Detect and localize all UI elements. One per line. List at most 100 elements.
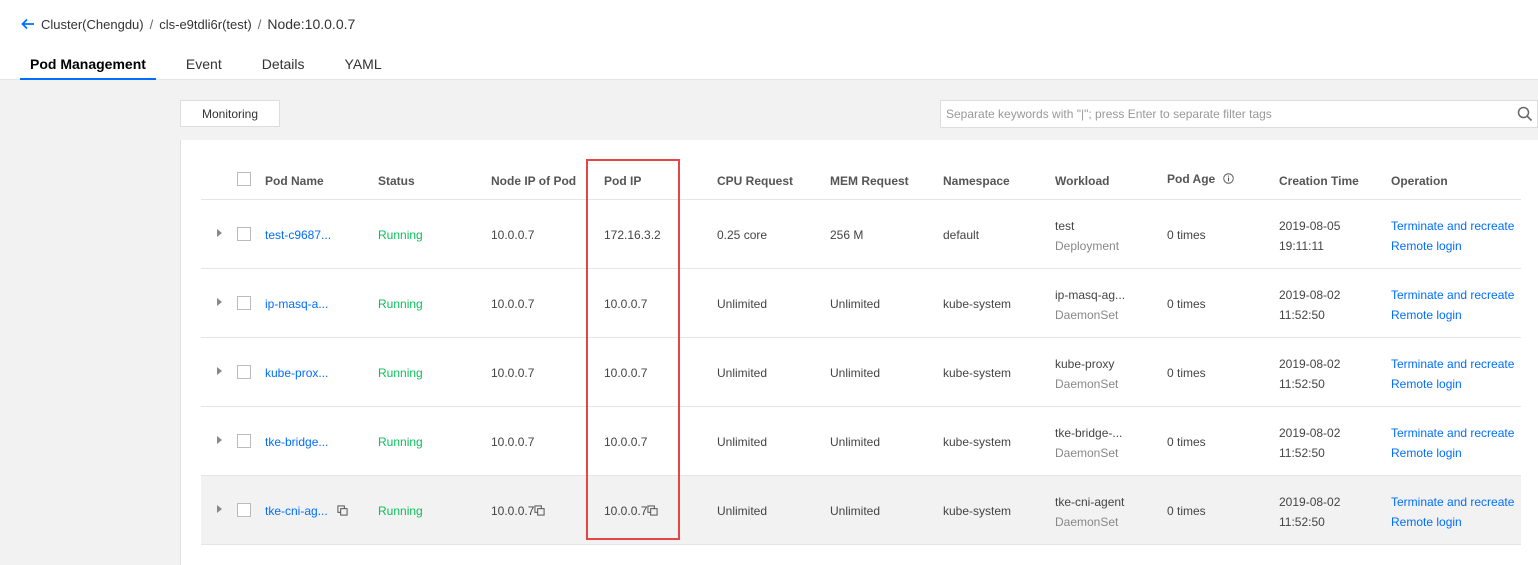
expand-arrow-icon[interactable] <box>217 367 222 375</box>
mem-request: 256 M <box>830 228 864 242</box>
tab-event[interactable]: Event <box>186 50 222 79</box>
pod-name-link[interactable]: kube-prox... <box>265 366 328 380</box>
operations: Terminate and recreate Remote login <box>1391 216 1514 256</box>
copy-icon[interactable] <box>337 505 348 516</box>
table-row: tke-cni-ag... Running 10.0.0.7 10.0.0.7 … <box>201 476 1521 545</box>
tab-pod-management[interactable]: Pod Management <box>20 50 156 80</box>
pod-ip: 10.0.0.7 <box>604 435 648 449</box>
remote-login-link[interactable]: Remote login <box>1391 512 1514 532</box>
col-cpu-request: CPU Request <box>717 174 794 188</box>
pod-name-link[interactable]: test-c9687... <box>265 228 331 242</box>
terminate-recreate-link[interactable]: Terminate and recreate <box>1391 216 1514 236</box>
workload-type: Deployment <box>1055 239 1120 253</box>
col-pod-name: Pod Name <box>265 174 324 188</box>
creation-time: 2019-08-02 11:52:50 <box>1279 285 1340 325</box>
workload-name: test <box>1055 219 1075 233</box>
info-icon[interactable] <box>1222 173 1234 184</box>
mem-request: Unlimited <box>830 435 881 449</box>
search-input[interactable] <box>941 101 1511 127</box>
pod-status: Running <box>378 366 423 380</box>
node-ip: 10.0.0.7 <box>491 297 535 311</box>
copy-icon[interactable] <box>534 505 545 516</box>
pod-name-link[interactable]: ip-masq-a... <box>265 297 328 311</box>
creation-clock: 11:52:50 <box>1279 308 1325 322</box>
namespace: kube-system <box>943 504 1012 518</box>
tab-yaml[interactable]: YAML <box>345 50 382 79</box>
remote-login-link[interactable]: Remote login <box>1391 374 1514 394</box>
page-header: Cluster(Chengdu) / cls-e9tdli6r(test) / … <box>0 0 1538 80</box>
row-checkbox[interactable] <box>237 503 251 517</box>
breadcrumb-cluster-id[interactable]: cls-e9tdli6r(test) <box>159 17 251 32</box>
table-header: Pod Name Status Node IP of Pod Pod IP CP… <box>181 168 1538 196</box>
workload: kube-proxy DaemonSet <box>1055 354 1118 394</box>
creation-date: 2019-08-02 <box>1279 426 1341 440</box>
row-checkbox[interactable] <box>237 365 251 379</box>
namespace: kube-system <box>943 366 1012 380</box>
workload-name: kube-proxy <box>1055 357 1115 371</box>
monitoring-button[interactable]: Monitoring <box>180 100 280 127</box>
search-icon[interactable] <box>1517 106 1533 122</box>
node-ip: 10.0.0.7 <box>491 228 535 242</box>
creation-clock: 11:52:50 <box>1279 515 1325 529</box>
cpu-request: Unlimited <box>717 297 768 311</box>
namespace: default <box>943 228 980 242</box>
cpu-request: Unlimited <box>717 366 768 380</box>
pod-name-link[interactable]: tke-cni-ag... <box>265 504 328 518</box>
expand-arrow-icon[interactable] <box>217 505 222 513</box>
terminate-recreate-link[interactable]: Terminate and recreate <box>1391 285 1514 305</box>
breadcrumb-cluster[interactable]: Cluster(Chengdu) <box>41 17 144 32</box>
col-status: Status <box>378 174 415 188</box>
mem-request: Unlimited <box>830 504 881 518</box>
creation-clock: 11:52:50 <box>1279 446 1325 460</box>
creation-date: 2019-08-05 <box>1279 219 1341 233</box>
terminate-recreate-link[interactable]: Terminate and recreate <box>1391 492 1514 512</box>
select-all-checkbox[interactable] <box>237 172 251 186</box>
table-row: test-c9687... Running 10.0.0.7 172.16.3.… <box>201 200 1521 269</box>
breadcrumb: Cluster(Chengdu) / cls-e9tdli6r(test) / … <box>20 16 355 32</box>
pod-age: 0 times <box>1167 297 1206 311</box>
pod-status: Running <box>378 435 423 449</box>
node-ip: 10.0.0.7 <box>491 504 535 518</box>
terminate-recreate-link[interactable]: Terminate and recreate <box>1391 354 1514 374</box>
tab-details[interactable]: Details <box>262 50 305 79</box>
expand-arrow-icon[interactable] <box>217 298 222 306</box>
creation-time: 2019-08-05 19:11:11 <box>1279 216 1340 256</box>
creation-clock: 19:11:11 <box>1279 239 1324 253</box>
remote-login-link[interactable]: Remote login <box>1391 236 1514 256</box>
creation-clock: 11:52:50 <box>1279 377 1325 391</box>
row-checkbox[interactable] <box>237 296 251 310</box>
expand-arrow-icon[interactable] <box>217 436 222 444</box>
pod-status: Running <box>378 504 423 518</box>
col-workload: Workload <box>1055 174 1110 188</box>
workload-type: DaemonSet <box>1055 308 1119 322</box>
tab-bar: Pod Management Event Details YAML <box>20 50 422 80</box>
pod-ip: 172.16.3.2 <box>604 228 661 242</box>
copy-icon[interactable] <box>647 505 658 516</box>
table-row: ip-masq-a... Running 10.0.0.7 10.0.0.7 U… <box>201 269 1521 338</box>
workload: tke-cni-agent DaemonSet <box>1055 492 1124 532</box>
table-row: kube-prox... Running 10.0.0.7 10.0.0.7 U… <box>201 338 1521 407</box>
remote-login-link[interactable]: Remote login <box>1391 305 1514 325</box>
row-checkbox[interactable] <box>237 227 251 241</box>
breadcrumb-separator: / <box>149 16 154 32</box>
pod-status: Running <box>378 228 423 242</box>
row-checkbox[interactable] <box>237 434 251 448</box>
pod-name-link[interactable]: tke-bridge... <box>265 435 328 449</box>
terminate-recreate-link[interactable]: Terminate and recreate <box>1391 423 1514 443</box>
workload: test Deployment <box>1055 216 1119 256</box>
creation-time: 2019-08-02 11:52:50 <box>1279 354 1340 394</box>
col-creation-time: Creation Time <box>1279 174 1359 188</box>
back-arrow-icon[interactable] <box>20 16 36 32</box>
pod-ip: 10.0.0.7 <box>604 366 648 380</box>
operations: Terminate and recreate Remote login <box>1391 492 1514 532</box>
col-pod-age-label: Pod Age <box>1167 172 1216 186</box>
workload: tke-bridge-... DaemonSet <box>1055 423 1122 463</box>
col-pod-age: Pod Age <box>1167 172 1234 186</box>
cpu-request: Unlimited <box>717 435 768 449</box>
pod-table-panel: Pod Name Status Node IP of Pod Pod IP CP… <box>180 140 1538 565</box>
expand-arrow-icon[interactable] <box>217 229 222 237</box>
pod-age: 0 times <box>1167 435 1206 449</box>
pod-name-cell: tke-cni-ag... <box>265 504 348 518</box>
remote-login-link[interactable]: Remote login <box>1391 443 1514 463</box>
workload-name: tke-cni-agent <box>1055 495 1125 509</box>
